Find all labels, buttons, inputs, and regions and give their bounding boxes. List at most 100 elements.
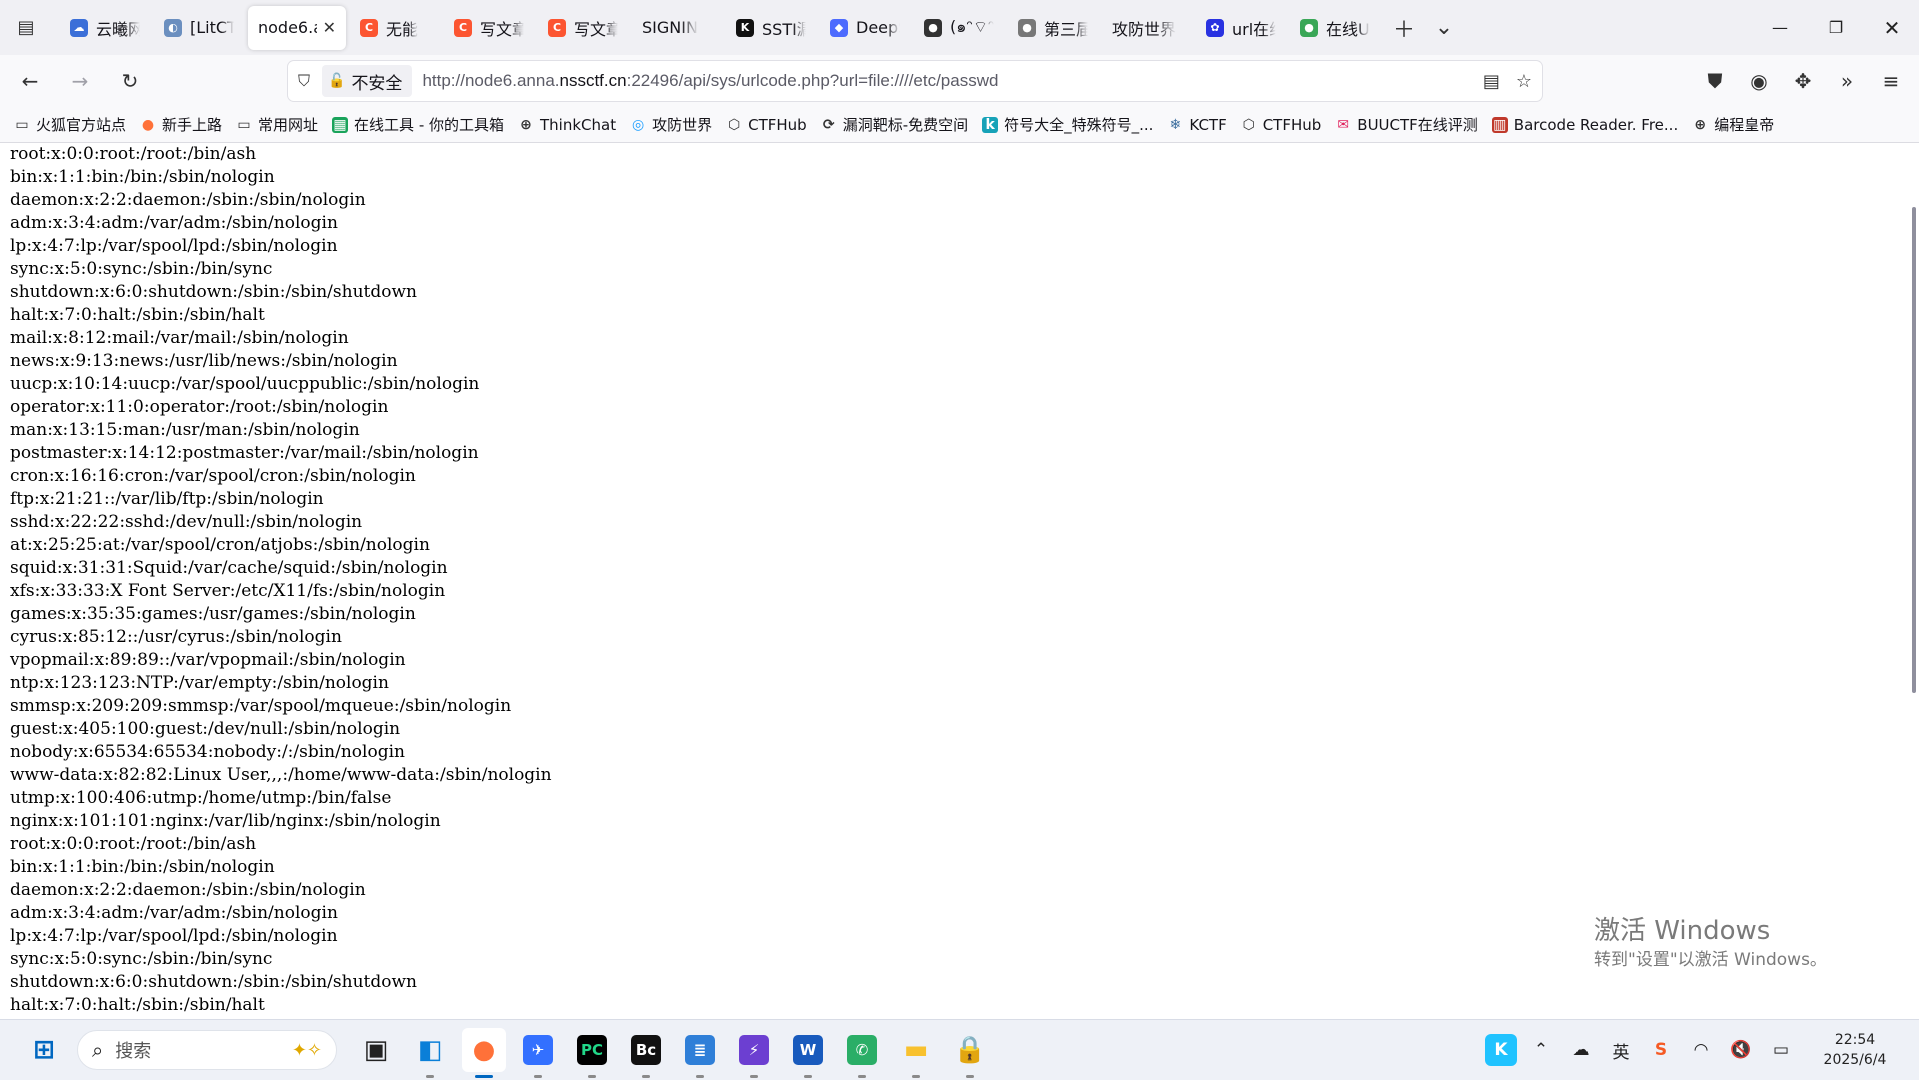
tab-6[interactable]: SIGNIN: [632, 6, 722, 50]
bookmark-item[interactable]: ⊕ ThinkChat: [518, 116, 616, 134]
tab-11[interactable]: 攻防世界: [1102, 6, 1192, 50]
list-all-tabs-icon[interactable]: ▤: [6, 8, 46, 48]
passwd-line: games:x:35:35:games:/usr/games:/sbin/nol…: [10, 604, 416, 624]
tab-4[interactable]: C 写文章-: [444, 6, 534, 50]
notepad-taskbar-icon[interactable]: ≣: [678, 1028, 722, 1078]
burpsuite-taskbar-icon[interactable]: Bc: [624, 1028, 668, 1078]
firefox-taskbar-icon[interactable]: ●: [462, 1028, 506, 1078]
bookmark-label: CTFHub: [1262, 115, 1322, 134]
feishu-taskbar-icon[interactable]: ✈: [516, 1028, 560, 1078]
bookmark-item[interactable]: ⬡ CTFHub: [726, 116, 807, 134]
tab-13[interactable]: ● 在线URL: [1290, 6, 1380, 50]
bookmark-item[interactable]: ⬡ CTFHub: [1241, 116, 1322, 134]
address-bar[interactable]: ⛉ 🔓 不安全 http://node6.anna.nssctf.cn:2249…: [288, 61, 1542, 101]
visual-studio-taskbar-icon[interactable]: ⚡: [732, 1028, 776, 1078]
tab-title: 写文章-: [574, 19, 618, 39]
tab-1[interactable]: ◐ [LitCTF: [154, 6, 244, 50]
sogou-ime-icon[interactable]: S: [1645, 1034, 1677, 1066]
bookmark-label: 漏洞靶标-免费空间: [842, 116, 969, 134]
passwd-line: cyrus:x:85:12::/usr/cyrus:/sbin/nologin: [10, 627, 342, 647]
bookmark-item[interactable]: ▦ 在线工具 - 你的工具箱: [332, 114, 504, 135]
bookmark-item[interactable]: ▥ Barcode Reader. Fre...: [1491, 116, 1678, 134]
back-button[interactable]: ←: [10, 61, 50, 101]
passwd-line: halt:x:7:0:halt:/sbin:/sbin/halt: [10, 995, 265, 1015]
reader-view-icon[interactable]: ▤: [1483, 71, 1500, 92]
bookmark-item[interactable]: k 符号大全_特殊符号_...: [982, 114, 1153, 135]
taskbar-search-box[interactable]: ⌕ 搜索 ✦✧: [77, 1030, 337, 1070]
bookmark-item[interactable]: ⊕ 编程皇帝: [1692, 114, 1774, 135]
bookmarks-toolbar: ▭ 火狐官方站点 ● 新手上路 ▭ 常用网址 ▦ 在线工具 - 你的工具箱 ⊕ ThinkChat…: [0, 107, 1919, 143]
bookmark-label: 编程皇帝: [1714, 116, 1775, 134]
tab-title: url在线: [1232, 19, 1276, 39]
taskview-taskbar-icon[interactable]: ▣: [354, 1028, 398, 1072]
app-manager-icon: ◧: [417, 1035, 443, 1065]
passwd-line: man:x:13:15:man:/usr/man:/sbin/nologin: [10, 420, 360, 440]
bookmark-item[interactable]: ▭ 火狐官方站点: [14, 114, 126, 135]
site-security-indicator[interactable]: 🔓 不安全: [322, 65, 413, 97]
tab-favicon-icon: C: [360, 18, 378, 37]
passwd-line: postmaster:x:14:12:postmaster:/var/mail:…: [10, 443, 479, 463]
tab-7[interactable]: K SSTI漏洞: [726, 6, 816, 50]
input-method-icon[interactable]: 英: [1605, 1034, 1637, 1066]
tab-overflow-chevron-icon[interactable]: ⌄: [1424, 8, 1464, 48]
vertical-scrollbar[interactable]: [1907, 143, 1919, 1019]
extensions-icon[interactable]: ✥: [1783, 61, 1823, 101]
tracking-protection-shield-icon[interactable]: ⛉: [288, 71, 320, 91]
reload-button[interactable]: ↻: [110, 61, 150, 101]
word-taskbar-icon[interactable]: W: [786, 1028, 830, 1078]
taskbar-clock[interactable]: 22:54 2025/6/4: [1807, 1030, 1903, 1070]
wechat-taskbar-icon[interactable]: ✆: [840, 1028, 884, 1078]
tab-12[interactable]: ✿ url在线: [1196, 6, 1286, 50]
account-icon[interactable]: ◉: [1739, 61, 1779, 101]
onedrive-offline-icon[interactable]: ☁: [1565, 1034, 1597, 1066]
tab-9[interactable]: ● (๑ᵔ⌔ᵔ๑): [914, 6, 1004, 50]
bookmark-item[interactable]: ✉ BUUCTF在线评测: [1335, 114, 1478, 135]
kuaiqu-tray-icon[interactable]: K: [1485, 1034, 1517, 1066]
url-text[interactable]: http://node6.anna.nssctf.cn:22496/api/sy…: [422, 71, 998, 91]
passwd-line: www-data:x:82:82:Linux User,,,:/home/www…: [10, 765, 552, 785]
menu-hamburger-icon[interactable]: ≡: [1871, 61, 1911, 101]
bookmark-item[interactable]: ❄ KCTF: [1167, 116, 1227, 134]
tab-title: 写文章-: [480, 19, 524, 39]
bookmark-label: 火狐官方站点: [36, 116, 127, 134]
more-tools-chevron-icon[interactable]: »: [1827, 61, 1867, 101]
passwd-line: daemon:x:2:2:daemon:/sbin:/sbin/nologin: [10, 190, 366, 210]
scrollbar-thumb[interactable]: [1912, 207, 1916, 693]
tab-5[interactable]: C 写文章-: [538, 6, 628, 50]
tab-3[interactable]: C 无能: [350, 6, 440, 50]
restore-button[interactable]: ❐: [1808, 0, 1864, 55]
close-window-button[interactable]: ✕: [1864, 0, 1919, 55]
forward-button[interactable]: →: [60, 61, 100, 101]
tab-list: ☁ 云曦网络 ◐ [LitCTF node6.an ✕ C 无能 C 写文章- C 写文章- SIGNI…: [60, 0, 1384, 55]
bookmark-item[interactable]: ⟳ 漏洞靶标-免费空间: [821, 114, 968, 135]
vpn-client-taskbar-icon[interactable]: 🔒: [948, 1028, 992, 1078]
minimize-button[interactable]: —: [1752, 0, 1808, 55]
tab-2[interactable]: node6.an ✕: [248, 5, 346, 50]
start-windows-icon[interactable]: ⊞: [22, 1028, 66, 1072]
pycharm-taskbar-icon[interactable]: PC: [570, 1028, 614, 1078]
passwd-line: bin:x:1:1:bin:/bin:/sbin/nologin: [10, 167, 275, 187]
show-hidden-icons-chevron-icon[interactable]: ⌃: [1525, 1034, 1557, 1066]
new-tab-button[interactable]: ＋: [1384, 8, 1424, 48]
tab-favicon-icon: ◐: [164, 18, 182, 37]
bookmark-label: BUUCTF在线评测: [1357, 116, 1478, 134]
app-manager-taskbar-icon[interactable]: ◧: [408, 1028, 452, 1078]
bookmark-item[interactable]: ● 新手上路: [140, 114, 222, 135]
tab-title: 云曦网络: [96, 19, 140, 39]
close-tab-icon[interactable]: ✕: [323, 18, 336, 37]
wifi-icon[interactable]: ◠: [1685, 1034, 1717, 1066]
passwd-line: ntp:x:123:123:NTP:/var/empty:/sbin/nolog…: [10, 673, 389, 693]
tab-0[interactable]: ☁ 云曦网络: [60, 6, 150, 50]
passwd-line: halt:x:7:0:halt:/sbin:/sbin/halt: [10, 305, 265, 325]
bookmark-item[interactable]: ◎ 攻防世界: [630, 114, 712, 135]
bookmark-item[interactable]: ▭ 常用网址: [236, 114, 318, 135]
passwd-line: daemon:x:2:2:daemon:/sbin:/sbin/nologin: [10, 880, 366, 900]
pocket-icon[interactable]: ⛊: [1695, 61, 1735, 101]
volume-muted-icon[interactable]: 🔇: [1725, 1034, 1757, 1066]
bookmark-star-icon[interactable]: ☆: [1516, 71, 1532, 92]
tab-10[interactable]: ● 第三届: [1008, 6, 1098, 50]
tab-favicon-icon: ◆: [830, 18, 848, 37]
file-explorer-taskbar-icon[interactable]: ▬: [894, 1028, 938, 1078]
battery-icon[interactable]: ▭: [1765, 1034, 1797, 1066]
tab-8[interactable]: ◆ DeepSe: [820, 6, 910, 50]
